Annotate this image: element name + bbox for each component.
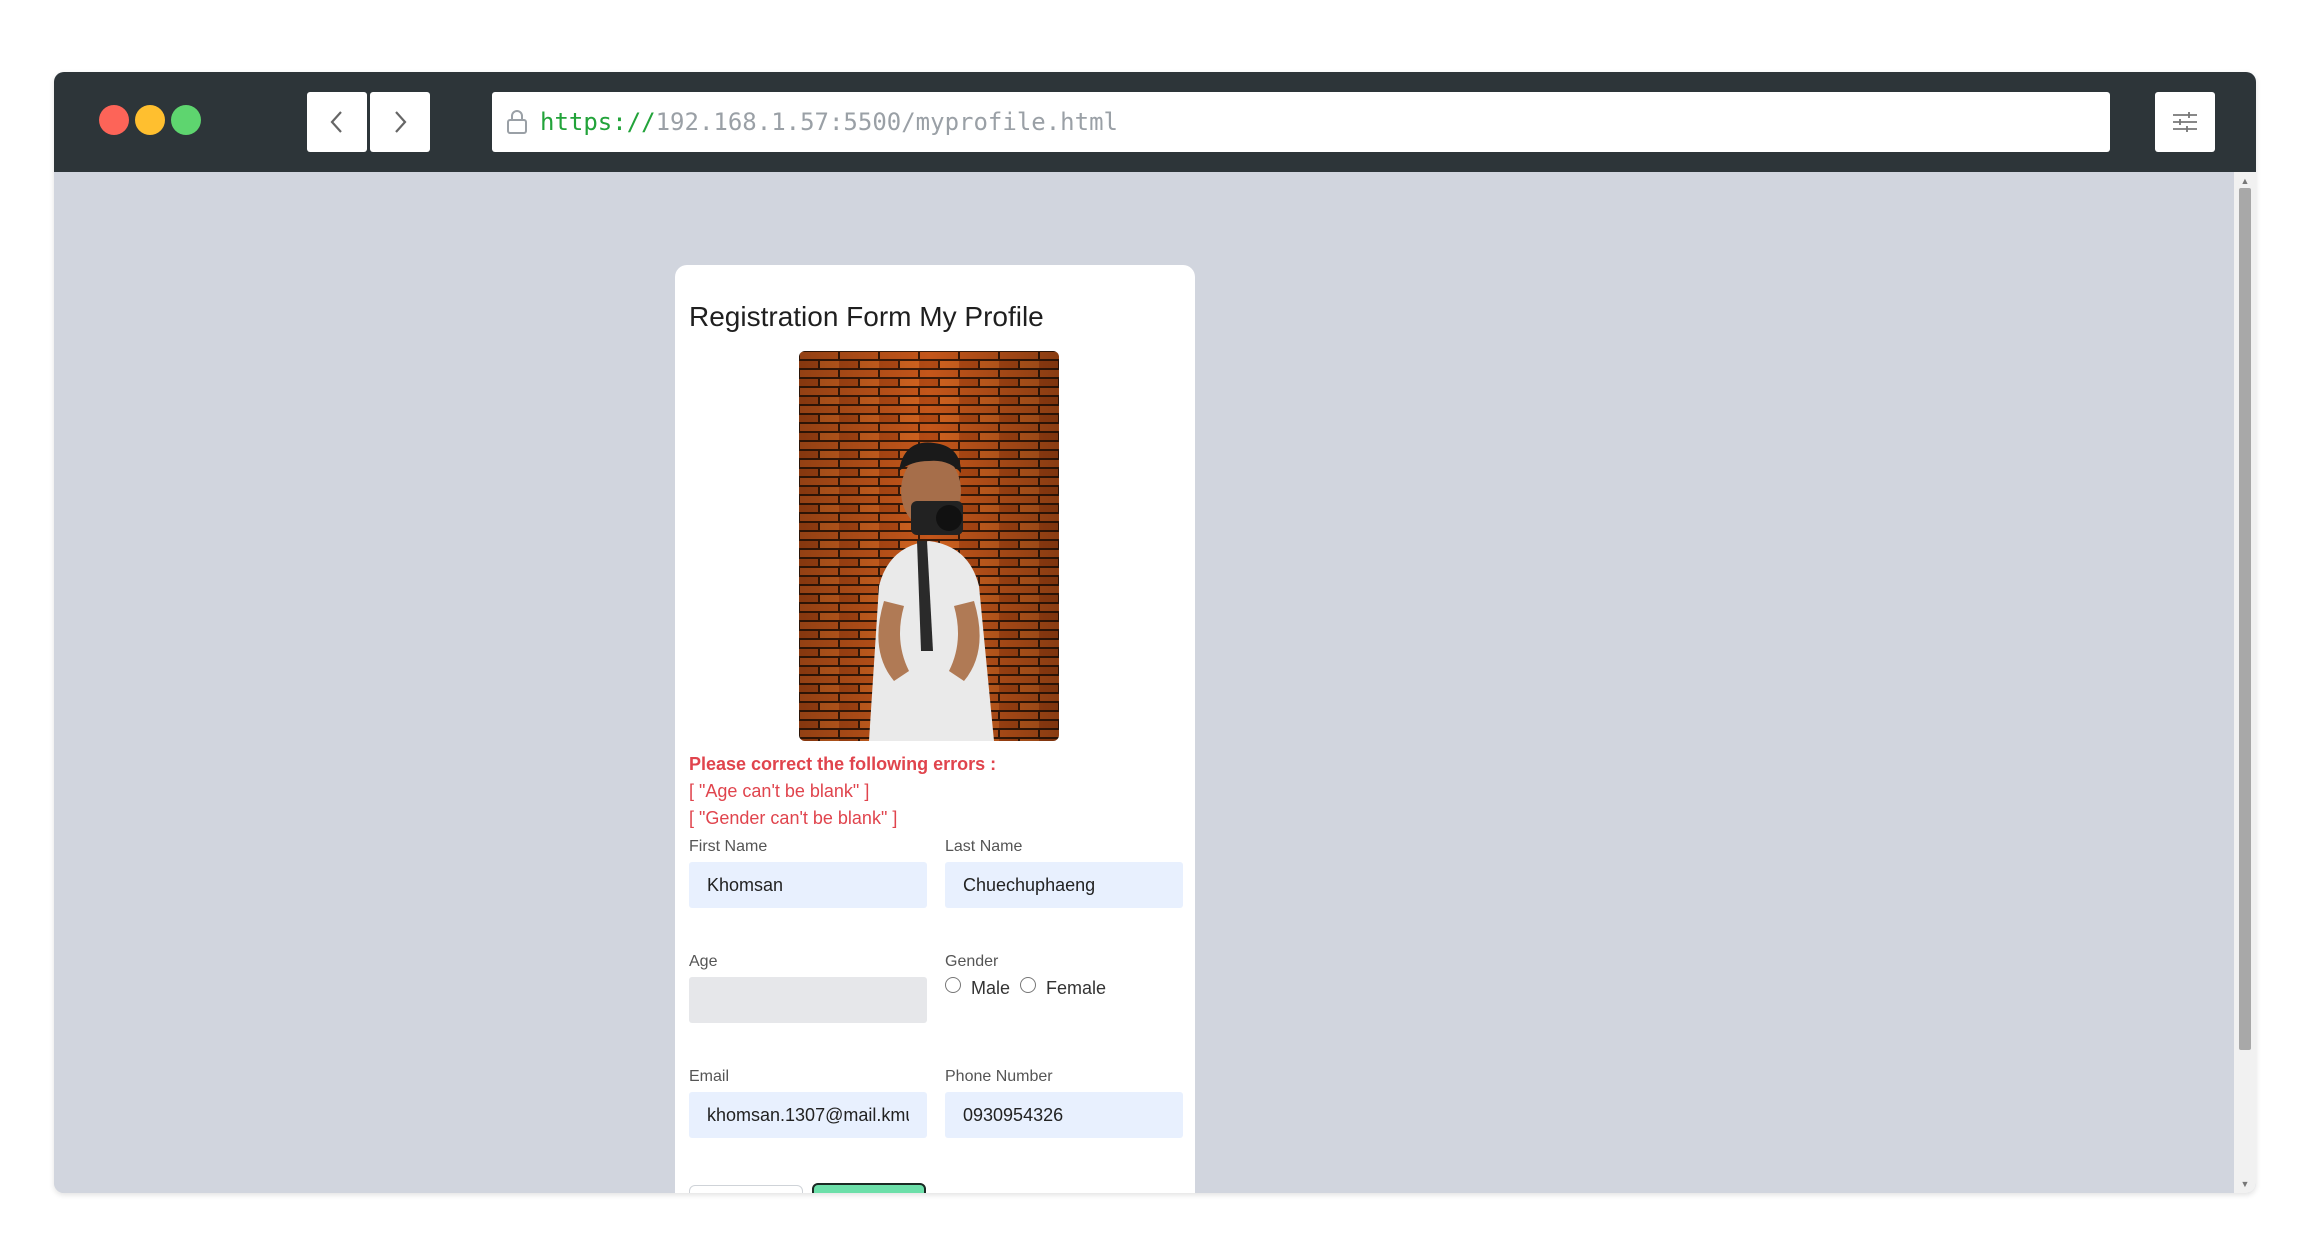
browser-window: https://192.168.1.57:5500/myprofile.html… — [54, 72, 2256, 1193]
error-gender: [ "Gender can't be blank" ] — [689, 808, 898, 828]
cancel-button[interactable] — [689, 1185, 803, 1193]
last-name-field[interactable] — [945, 862, 1183, 908]
page-viewport: Registration Form My Profile Please corr… — [54, 172, 2256, 1193]
error-age: [ "Age can't be blank" ] — [689, 781, 870, 801]
chevron-left-icon — [330, 111, 342, 133]
page-title: Registration Form My Profile — [689, 301, 1044, 332]
url-host-path: 192.168.1.57:5500/myprofile.html — [655, 108, 1118, 136]
first-name-label: First Name — [689, 838, 768, 855]
gender-male-radio[interactable] — [945, 976, 961, 993]
maximize-window-dot[interactable] — [171, 105, 201, 135]
age-label: Age — [689, 953, 718, 970]
url-scheme: https:// — [540, 108, 656, 136]
first-name-field[interactable] — [689, 862, 927, 908]
age-field[interactable] — [689, 977, 927, 1023]
registration-card: Registration Form My Profile Please corr… — [675, 265, 1195, 1193]
browser-toolbar: https://192.168.1.57:5500/myprofile.html — [54, 72, 2256, 172]
email-label: Email — [689, 1068, 730, 1085]
scrollbar-thumb[interactable] — [2239, 188, 2251, 1050]
settings-button[interactable] — [2155, 92, 2215, 152]
sliders-icon — [2173, 112, 2197, 132]
scroll-down-arrow-icon[interactable]: ▼ — [2234, 1177, 2256, 1191]
address-bar[interactable]: https://192.168.1.57:5500/myprofile.html — [492, 92, 2110, 152]
back-button[interactable] — [307, 92, 367, 152]
gender-male-label: Male — [971, 978, 1011, 998]
minimize-window-dot[interactable] — [135, 105, 165, 135]
gender-label: Gender — [945, 953, 999, 970]
vertical-scrollbar[interactable]: ▲ ▼ — [2234, 172, 2256, 1193]
forward-button[interactable] — [370, 92, 430, 152]
lock-icon — [507, 110, 527, 134]
close-window-dot[interactable] — [99, 105, 129, 135]
profile-photo — [799, 351, 1059, 741]
chevron-right-icon — [395, 111, 407, 133]
scroll-up-arrow-icon[interactable]: ▲ — [2234, 174, 2256, 188]
last-name-label: Last Name — [945, 838, 1023, 855]
gender-female-radio[interactable] — [1020, 976, 1037, 993]
phone-field[interactable] — [945, 1092, 1183, 1138]
submit-button[interactable] — [812, 1183, 926, 1193]
email-field[interactable] — [689, 1092, 927, 1138]
phone-label: Phone Number — [945, 1068, 1053, 1085]
gender-radio-group: Male Female — [945, 976, 1116, 999]
error-heading: Please correct the following errors : — [689, 754, 997, 774]
url-text: https://192.168.1.57:5500/myprofile.html — [540, 108, 1118, 136]
error-messages: Please correct the following errors : [ … — [689, 751, 996, 832]
gender-female-label: Female — [1046, 978, 1107, 998]
